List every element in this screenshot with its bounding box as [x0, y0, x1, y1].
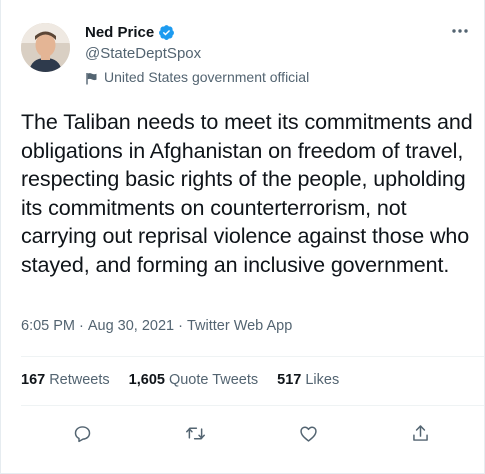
- government-label: United States government official: [85, 68, 468, 86]
- like-button[interactable]: [293, 418, 323, 448]
- retweets-stat[interactable]: 167 Retweets: [21, 372, 110, 388]
- likes-label: Likes: [305, 372, 340, 388]
- reply-icon: [74, 425, 90, 442]
- tweet-header: Ned Price @StateDeptSpox United States g…: [85, 22, 468, 86]
- like-icon: [299, 425, 317, 442]
- tweet-date[interactable]: Aug 30, 2021: [88, 318, 174, 334]
- tweet-time[interactable]: 6:05 PM: [21, 318, 75, 334]
- retweet-icon: [185, 427, 205, 439]
- avatar[interactable]: [21, 23, 70, 72]
- reply-button[interactable]: [67, 418, 97, 448]
- display-name[interactable]: Ned Price: [85, 24, 154, 41]
- meta-separator: ·: [79, 318, 84, 334]
- meta-separator: ·: [178, 318, 183, 334]
- government-label-text: United States government official: [104, 69, 310, 85]
- likes-count: 517: [277, 372, 302, 388]
- quote-tweets-count: 1,605: [128, 372, 165, 388]
- tweet-card: Ned Price @StateDeptSpox United States g…: [0, 0, 485, 474]
- verified-badge-icon: [158, 24, 175, 41]
- flag-icon: [85, 71, 98, 84]
- retweet-button[interactable]: [180, 418, 210, 448]
- retweets-label: Retweets: [49, 372, 110, 388]
- more-options-icon[interactable]: [450, 24, 470, 36]
- tweet-stats: 167 Retweets 1,605 Quote Tweets 517 Like…: [21, 372, 339, 388]
- avatar-photo: [21, 23, 70, 72]
- tweet-text: The Taliban needs to meet its commitment…: [21, 110, 473, 277]
- quote-tweets-stat[interactable]: 1,605 Quote Tweets: [129, 372, 259, 388]
- share-button[interactable]: [405, 418, 435, 448]
- retweets-count: 167: [21, 372, 46, 388]
- user-handle[interactable]: @StateDeptSpox: [85, 44, 468, 64]
- share-icon: [412, 424, 428, 441]
- tweet-source[interactable]: Twitter Web App: [187, 318, 292, 334]
- divider: [21, 405, 484, 406]
- quote-tweets-label: Quote Tweets: [168, 372, 259, 388]
- tweet-meta: 6:05 PM · Aug 30, 2021 · Twitter Web App: [21, 318, 292, 334]
- tweet-actions: [21, 418, 464, 448]
- divider: [21, 356, 484, 357]
- name-row: Ned Price: [85, 22, 468, 42]
- likes-stat[interactable]: 517 Likes: [277, 372, 339, 388]
